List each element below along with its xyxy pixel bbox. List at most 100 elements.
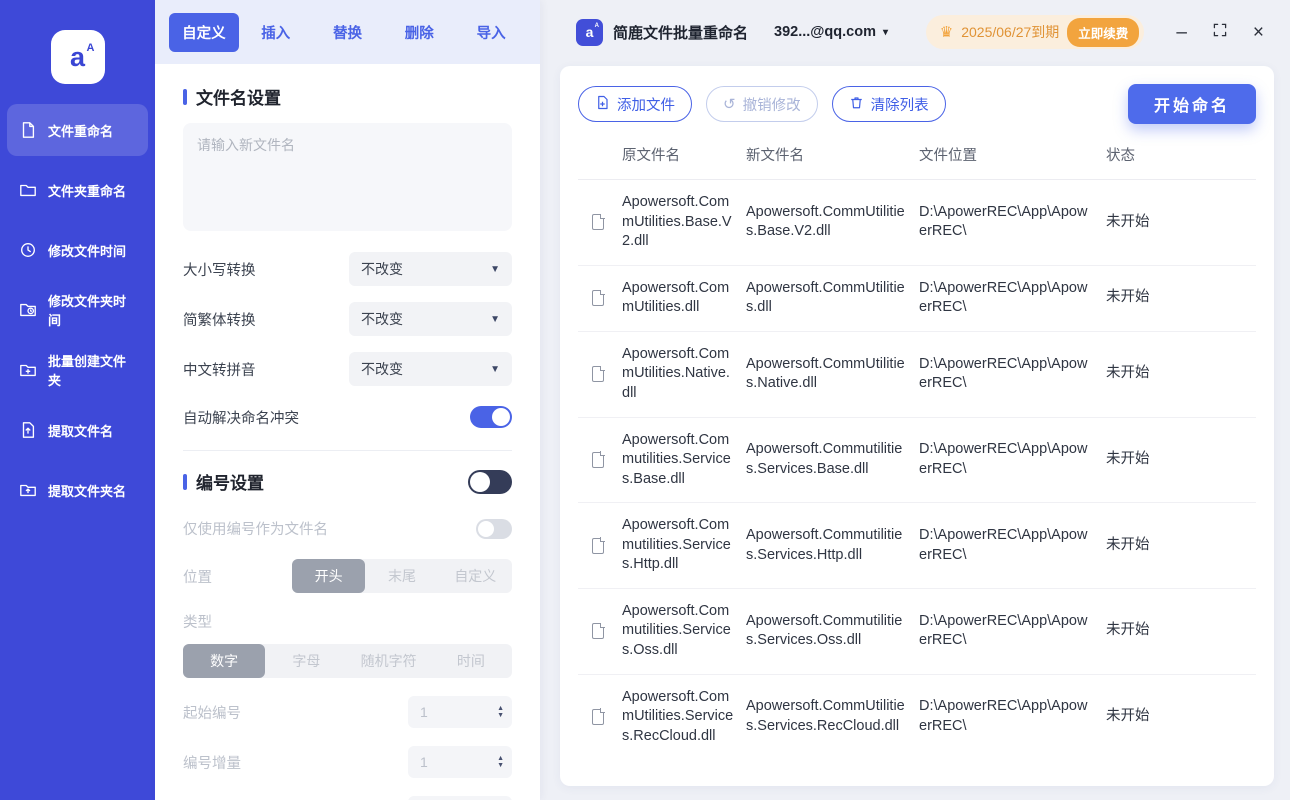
only-number-label: 仅使用编号作为文件名 [183, 522, 328, 538]
sidebar-item-batch-create-folder[interactable]: 批量创建文件夹 [7, 344, 148, 396]
undo-button[interactable]: ↺ 撤销修改 [706, 86, 818, 122]
sidebar-item-label: 文件夹重命名 [48, 183, 127, 199]
status-label: 未开始 [1106, 365, 1150, 382]
new-filename-input[interactable] [183, 123, 512, 231]
pinyin-convert-select[interactable]: 不改变 ▼ [349, 352, 512, 386]
new-filename: Apowersoft.CommUtilities.Services.RecClo… [746, 698, 905, 734]
stepper-up-icon[interactable]: ▲ [497, 705, 504, 712]
table-row[interactable]: Apowersoft.Commutilities.Services.Base.d… [578, 418, 1256, 504]
numbering-header: 编号设置 [183, 469, 512, 494]
status-label: 未开始 [1106, 213, 1150, 230]
file-icon [592, 708, 605, 725]
clear-list-button[interactable]: 清除列表 [831, 86, 946, 122]
header-location: 文件位置 [919, 148, 977, 164]
start-number-label: 起始编号 [183, 705, 241, 722]
only-number-toggle[interactable] [476, 518, 512, 539]
file-icon [592, 365, 605, 383]
start-rename-button[interactable]: 开始命名 [1127, 84, 1256, 124]
table-row[interactable]: Apowersoft.Commutilities.Services.Http.d… [578, 503, 1256, 589]
stepper-down-icon[interactable]: ▼ [497, 712, 504, 719]
settings-body: 文件名设置 大小写转换 不改变 ▼ 简繁体转换 不改变 ▼ 中文转拼音 不改变 … [155, 64, 540, 800]
chevron-down-icon: ▼ [490, 363, 500, 375]
tab-replace[interactable]: 替换 [313, 13, 383, 52]
settings-tabs: 自定义 插入 替换 删除 导入 [155, 0, 540, 64]
stepper-up-icon[interactable]: ▲ [497, 755, 504, 762]
app-icon: aA [576, 18, 603, 46]
file-location: D:\ApowerREC\App\ApowerREC\ [919, 698, 1088, 734]
table-row[interactable]: Apowersoft.CommUtilities.Base.V2.dll Apo… [578, 180, 1256, 266]
tab-import[interactable]: 导入 [456, 13, 526, 52]
file-icon [592, 289, 605, 307]
table-row[interactable]: Apowersoft.Commutilities.Services.Oss.dl… [578, 589, 1256, 675]
position-option-start[interactable]: 开头 [292, 559, 366, 593]
extract-file-icon [18, 420, 38, 440]
stepper-arrows: ▲ ▼ [497, 705, 504, 719]
new-filename: Apowersoft.CommUtilities.Native.dll [746, 355, 905, 392]
sidebar-item-folder-rename[interactable]: 文件夹重命名 [7, 164, 148, 216]
type-option-number[interactable]: 数字 [183, 644, 266, 678]
app-icon-letter: A [594, 22, 599, 29]
tab-delete[interactable]: 删除 [384, 13, 454, 52]
sidebar-item-label: 修改文件夹时间 [48, 294, 127, 328]
file-list-card: 添加文件 ↺ 撤销修改 清除列表 开始命名 原文件名 新文件名 文件位置 状态 [560, 66, 1274, 786]
original-filename: Apowersoft.CommUtilities.Native.dll [622, 345, 730, 401]
app-logo: a A [50, 30, 105, 84]
table-row[interactable]: Apowersoft.CommUtilities.Services.RecClo… [578, 675, 1256, 760]
type-option-time[interactable]: 时间 [430, 644, 512, 678]
file-rename-icon [18, 120, 38, 140]
tab-insert[interactable]: 插入 [241, 13, 311, 52]
position-option-custom[interactable]: 自定义 [439, 559, 512, 593]
new-filename: Apowersoft.Commutilities.Services.Oss.dl… [746, 612, 903, 649]
new-filename: Apowersoft.CommUtilities.dll [746, 279, 905, 316]
type-option-random[interactable]: 随机字符 [348, 644, 430, 678]
maximize-button[interactable] [1212, 22, 1228, 42]
account-menu[interactable]: 392...@qq.com ▾ [774, 24, 888, 40]
logo-letter: a [69, 41, 86, 72]
toggle-knob [478, 520, 494, 537]
auto-resolve-toggle[interactable] [470, 406, 512, 428]
case-convert-select[interactable]: 不改变 ▼ [349, 252, 512, 286]
sidebar-item-extract-filenames[interactable]: 提取文件名 [7, 404, 148, 456]
filename-section-title: 文件名设置 [183, 84, 512, 109]
sidebar-item-folder-time[interactable]: 修改文件夹时间 [7, 284, 148, 336]
tab-custom[interactable]: 自定义 [169, 12, 239, 52]
file-time-icon [18, 240, 38, 260]
position-label: 位置 [183, 569, 212, 586]
add-files-button[interactable]: 添加文件 [578, 86, 692, 122]
sidebar-item-extract-foldernames[interactable]: 提取文件夹名 [7, 464, 148, 516]
section-divider [183, 450, 512, 451]
only-number-row: 仅使用编号作为文件名 [183, 518, 512, 539]
renew-button[interactable]: 立即续费 [1067, 17, 1140, 47]
type-option-letter[interactable]: 字母 [265, 644, 347, 678]
trad-convert-label: 简繁体转换 [183, 312, 256, 329]
numbering-toggle[interactable] [468, 469, 512, 494]
position-option-end[interactable]: 末尾 [365, 559, 438, 593]
cropped-row: ▲ ▼ [183, 796, 512, 800]
sidebar-item-file-rename[interactable]: 文件重命名 [7, 104, 148, 156]
start-number-stepper[interactable]: 1 ▲ ▼ [408, 696, 512, 728]
cropped-stepper[interactable]: ▲ ▼ [408, 796, 512, 800]
app-title: 简鹿文件批量重命名 [613, 24, 749, 42]
sidebar-item-label: 文件重命名 [48, 123, 114, 139]
start-number-row: 起始编号 1 ▲ ▼ [183, 696, 512, 728]
folder-rename-icon [18, 180, 38, 200]
crown-icon: ♛ [939, 24, 954, 41]
position-row: 位置 开头 末尾 自定义 [183, 559, 512, 593]
toggle-knob [492, 408, 510, 426]
minimize-button[interactable]: – [1176, 23, 1187, 42]
table-row[interactable]: Apowersoft.CommUtilities.Native.dll Apow… [578, 332, 1256, 418]
increment-stepper[interactable]: 1 ▲ ▼ [408, 746, 512, 778]
sidebar-item-file-time[interactable]: 修改文件时间 [7, 224, 148, 276]
status-label: 未开始 [1106, 708, 1150, 725]
original-filename: Apowersoft.CommUtilities.Services.RecClo… [622, 688, 734, 744]
trad-convert-select[interactable]: 不改变 ▼ [349, 302, 512, 336]
close-button[interactable]: × [1253, 23, 1264, 42]
auto-resolve-label: 自动解决命名冲突 [183, 410, 299, 427]
sidebar-item-label: 提取文件名 [48, 423, 114, 439]
stepper-down-icon[interactable]: ▼ [497, 762, 504, 769]
table-row[interactable]: Apowersoft.CommUtilities.dll Apowersoft.… [578, 266, 1256, 332]
account-email: 392...@qq.com [774, 24, 876, 40]
logo-letter-small: A [86, 42, 95, 54]
status-label: 未开始 [1106, 622, 1150, 639]
increment-label: 编号增量 [183, 755, 241, 772]
